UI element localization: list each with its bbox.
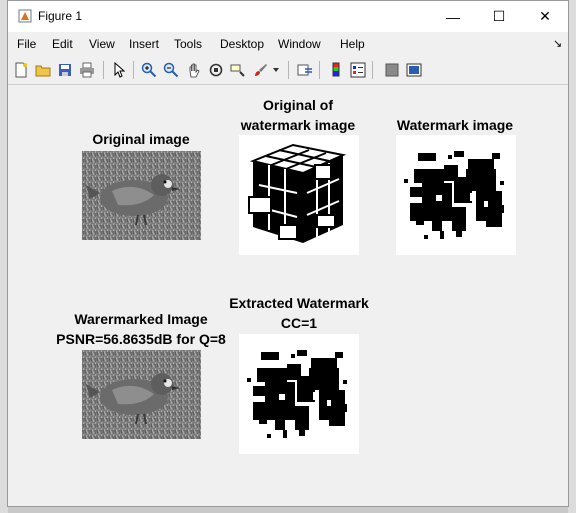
original-watermark-title-line1: Original of [263, 97, 333, 113]
rotate-3d-icon[interactable] [206, 60, 226, 80]
menu-window[interactable]: Window [278, 37, 321, 51]
toolbar-separator [319, 61, 320, 79]
extracted-watermark-title-line2: CC=1 [280, 315, 318, 331]
original-watermark-title-line2: watermark image [240, 117, 356, 133]
menu-file[interactable]: File [17, 37, 36, 51]
window-title: Figure 1 [38, 9, 83, 23]
colorbar-icon[interactable] [326, 60, 346, 80]
save-icon[interactable] [55, 60, 75, 80]
background-window-right [568, 0, 576, 513]
toolbar-separator [103, 61, 104, 79]
matlab-figure-icon [18, 9, 32, 23]
menu-help[interactable]: Help [340, 37, 365, 51]
figure-window: Figure 1 — ☐ ✕ File Edit View Insert Too… [7, 0, 569, 507]
menu-tools[interactable]: Tools [174, 37, 202, 51]
menu-desktop[interactable]: Desktop [220, 37, 264, 51]
extracted-watermark-axes [239, 334, 359, 454]
watermark-image-axes [396, 135, 516, 255]
extracted-watermark-title-line1: Extracted Watermark [229, 295, 369, 311]
open-file-icon[interactable] [33, 60, 53, 80]
pointer-icon[interactable] [109, 60, 129, 80]
figure-toolbar [8, 56, 568, 85]
data-cursor-icon[interactable] [228, 60, 248, 80]
toolbar-separator [372, 61, 373, 79]
menu-view[interactable]: View [89, 37, 115, 51]
original-image-axes [82, 151, 201, 240]
new-figure-icon[interactable] [11, 60, 31, 80]
maximize-button[interactable]: ☐ [476, 1, 522, 32]
watermarked-image-title-line1: Warermarked Image [74, 311, 208, 327]
minimize-button[interactable]: — [430, 1, 476, 32]
menu-insert[interactable]: Insert [129, 37, 159, 51]
close-button[interactable]: ✕ [522, 1, 568, 32]
figure-canvas: Original image Original of watermark ima… [8, 85, 568, 506]
title-bar[interactable]: Figure 1 — ☐ ✕ [8, 1, 568, 32]
original-watermark-axes [239, 135, 359, 255]
brush-icon[interactable] [251, 60, 271, 80]
watermarked-image-axes [82, 350, 201, 439]
original-image-title: Original image [92, 131, 190, 147]
menu-edit[interactable]: Edit [52, 37, 73, 51]
print-icon[interactable] [77, 60, 97, 80]
legend-icon[interactable] [348, 60, 368, 80]
menu-bar: File Edit View Insert Tools Desktop Wind… [8, 32, 568, 56]
toolbar-separator [288, 61, 289, 79]
link-plot-icon[interactable] [295, 60, 315, 80]
toolbar-separator [133, 61, 134, 79]
brush-dropdown-icon[interactable] [270, 60, 282, 80]
hide-plot-tools-icon[interactable] [382, 60, 402, 80]
watermark-image-title: Watermark image [396, 117, 514, 133]
pan-icon[interactable] [184, 60, 204, 80]
zoom-out-icon[interactable] [161, 60, 181, 80]
show-plot-tools-icon[interactable] [404, 60, 424, 80]
zoom-in-icon[interactable] [139, 60, 159, 80]
dock-arrow-icon[interactable]: ↘ [553, 37, 562, 50]
